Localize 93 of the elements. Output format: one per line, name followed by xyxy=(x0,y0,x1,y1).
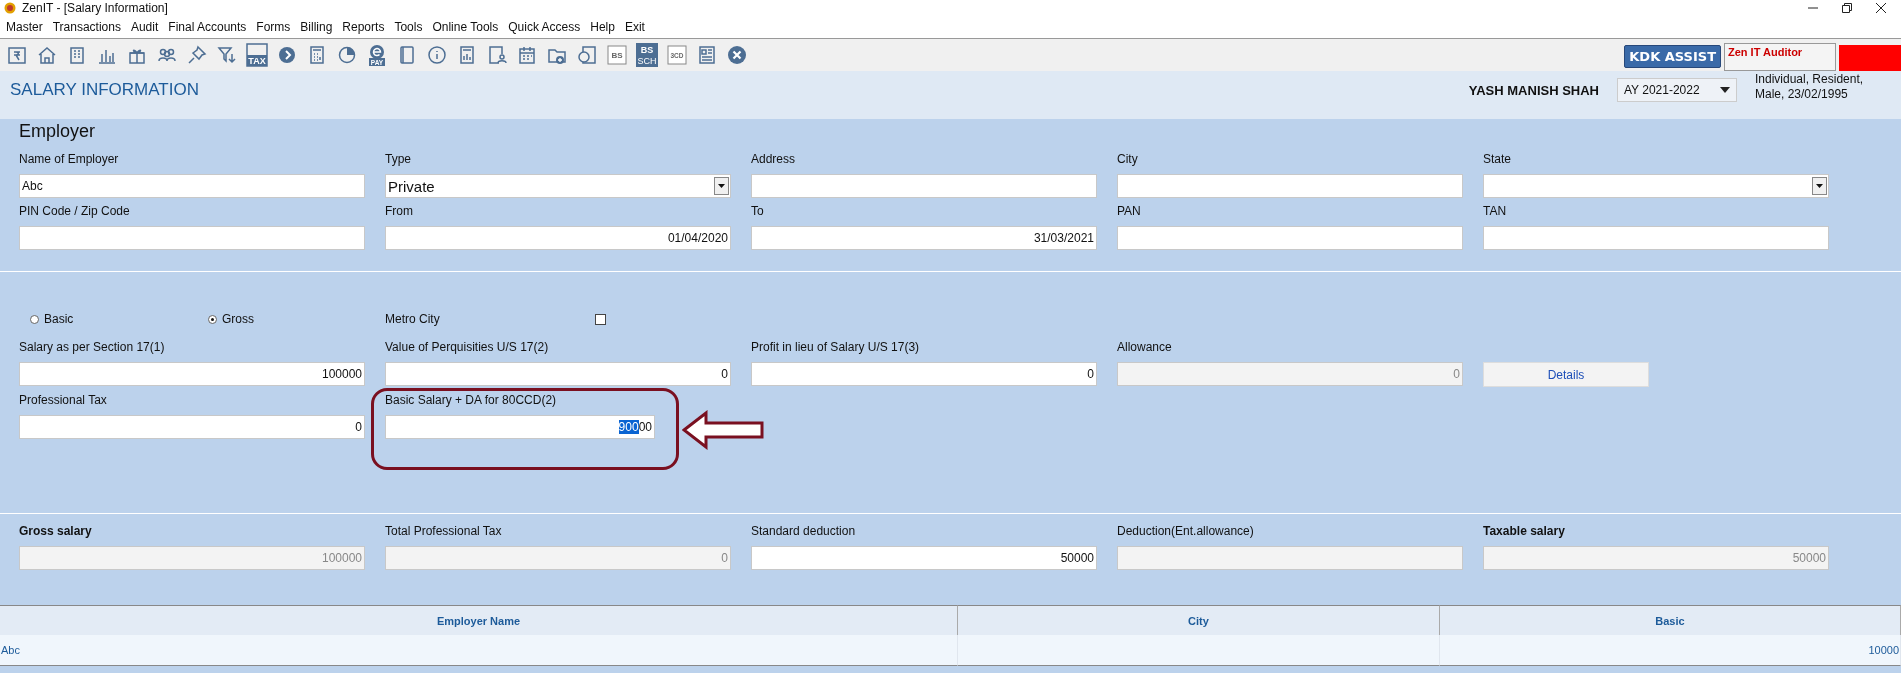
assessee-details: Individual, Resident, Male, 23/02/1995 xyxy=(1755,72,1865,102)
assessee-name: YASH MANISH SHAH xyxy=(1468,82,1599,98)
field-label: TAN xyxy=(1483,204,1508,220)
app-logo-icon xyxy=(4,2,16,14)
field-label: Type xyxy=(385,152,412,168)
field-label: To xyxy=(751,204,765,220)
input-field[interactable] xyxy=(751,174,1097,198)
filter-icon[interactable] xyxy=(217,45,237,65)
dropdown-button[interactable] xyxy=(714,177,729,195)
building-icon[interactable] xyxy=(67,45,87,65)
field-label: State xyxy=(1483,152,1513,168)
book-icon[interactable] xyxy=(397,45,417,65)
document-icon[interactable]: BS xyxy=(607,45,627,65)
info-icon[interactable] xyxy=(427,45,447,65)
checkbox-label: Metro City xyxy=(385,312,441,326)
page-title: SALARY INFORMATION xyxy=(10,80,199,100)
menu-item[interactable]: Final Accounts xyxy=(166,20,255,34)
field-label: From xyxy=(385,204,414,220)
input-field[interactable] xyxy=(1483,226,1829,250)
field-label: Professional Tax xyxy=(19,393,108,409)
year-dropdown[interactable]: AY 2021-2022 xyxy=(1617,78,1737,102)
menu-item[interactable]: Online Tools xyxy=(430,20,507,34)
caret-icon xyxy=(1816,184,1823,188)
field-label: Salary as per Section 17(1) xyxy=(19,340,166,356)
menu-item[interactable]: Quick Access xyxy=(506,20,589,34)
column-header[interactable]: City xyxy=(958,605,1440,635)
report-icon[interactable] xyxy=(457,45,477,65)
input-field[interactable]: 0 xyxy=(751,362,1097,386)
menu-item[interactable]: Forms xyxy=(254,20,299,34)
menu-item[interactable]: Audit xyxy=(128,20,167,34)
schedule-icon[interactable]: BS SCH xyxy=(635,42,659,68)
column-header[interactable]: Basic xyxy=(1440,605,1901,635)
input-field[interactable]: 31/03/2021 xyxy=(751,226,1097,250)
input-field[interactable]: 100000 xyxy=(19,362,365,386)
grid-document-icon[interactable] xyxy=(697,45,717,65)
field-label: PIN Code / Zip Code xyxy=(19,204,131,220)
assist-button[interactable]: KDK ASSIST xyxy=(1624,45,1721,68)
field-label: Deduction(Ent.allowance) xyxy=(1117,524,1255,540)
table-cell: 10000 xyxy=(1440,635,1901,666)
product-label: Zen IT Auditor xyxy=(1724,43,1836,71)
field-label: Basic Salary + DA for 80CCD(2) xyxy=(385,393,558,409)
tax-form-icon[interactable]: TAX xyxy=(246,43,268,67)
restore-icon[interactable] xyxy=(1841,2,1853,14)
input-field[interactable]: Abc xyxy=(19,174,365,198)
color-block xyxy=(1839,45,1901,71)
field-label: Value of Perquisities U/S 17(2) xyxy=(385,340,550,356)
field-label: Taxable salary xyxy=(1483,524,1566,540)
field-label: Gross salary xyxy=(19,524,93,540)
input-field[interactable]: 01/04/2020 xyxy=(385,226,731,250)
dropdown-field[interactable]: Private xyxy=(385,174,731,198)
input-field[interactable] xyxy=(1117,226,1463,250)
calculator-icon[interactable] xyxy=(307,45,327,65)
menu-item[interactable]: Transactions xyxy=(50,20,129,34)
field-label: Allowance xyxy=(1117,340,1173,356)
menu-item[interactable]: Help xyxy=(588,20,623,34)
disc-icon[interactable] xyxy=(277,45,297,65)
caret-icon xyxy=(718,184,725,188)
document-icon[interactable] xyxy=(7,45,27,65)
table-cell: Abc xyxy=(0,635,958,666)
column-header[interactable]: Employer Name xyxy=(0,605,958,635)
document-circle-icon[interactable] xyxy=(577,45,597,65)
window-title: ZenIT - [Salary Information] xyxy=(22,1,168,15)
menu-item[interactable]: Reports xyxy=(340,20,393,34)
house-icon[interactable] xyxy=(37,45,57,65)
pushpin-icon[interactable] xyxy=(187,45,207,65)
dropdown-field[interactable] xyxy=(1483,174,1829,198)
field-label: Profit in lieu of Salary U/S 17(3) xyxy=(751,340,921,356)
field-label: City xyxy=(1117,152,1139,168)
pie-chart-icon[interactable] xyxy=(337,45,357,65)
input-field[interactable]: 50000 xyxy=(751,546,1097,570)
radio-option[interactable]: Basic xyxy=(19,312,197,326)
input-field[interactable]: 0 xyxy=(385,362,731,386)
details-button[interactable]: Details xyxy=(1483,362,1649,387)
user-document-icon[interactable] xyxy=(487,45,507,65)
field-label: Name of Employer xyxy=(19,152,120,168)
dropdown-button[interactable] xyxy=(1812,177,1827,195)
field-label: Address xyxy=(751,152,797,168)
input-field[interactable] xyxy=(1117,174,1463,198)
caret-icon xyxy=(1720,87,1730,93)
field-label: Standard deduction xyxy=(751,524,857,540)
calendar-icon[interactable] xyxy=(517,45,537,65)
radio-option[interactable]: Gross xyxy=(197,312,375,326)
field-label: Total Professional Tax xyxy=(385,524,503,540)
input-field[interactable] xyxy=(19,226,365,250)
menu-item[interactable]: Exit xyxy=(622,20,653,34)
section-title: Employer xyxy=(19,120,97,143)
field-label: PAN xyxy=(1117,204,1142,220)
close-icon[interactable] xyxy=(1875,2,1887,14)
menu-item[interactable]: Billing xyxy=(298,20,341,34)
menu-item[interactable]: Master xyxy=(4,20,51,34)
menu-item[interactable]: Tools xyxy=(392,20,431,34)
input-field[interactable]: 0 xyxy=(19,415,365,439)
checkbox[interactable] xyxy=(595,313,606,325)
